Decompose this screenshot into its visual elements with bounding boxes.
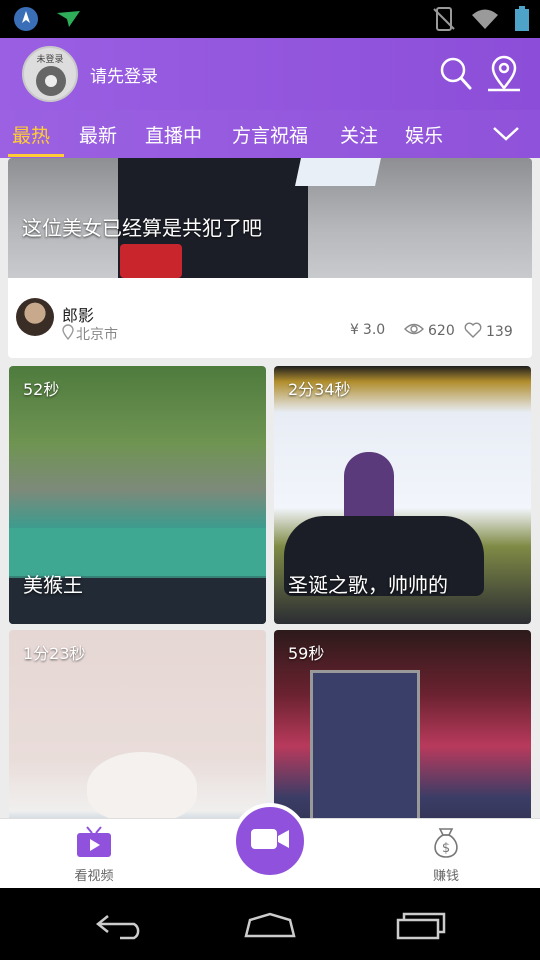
- tab-hot[interactable]: 最热: [12, 121, 50, 148]
- author-name[interactable]: 郎影: [62, 302, 94, 326]
- likes-stat[interactable]: 139: [464, 322, 513, 342]
- author-city: 北京市: [76, 327, 118, 343]
- record-video-button[interactable]: [232, 803, 308, 879]
- tv-icon: [74, 826, 114, 863]
- views-stat: 620: [404, 322, 455, 340]
- nav-watch-label: 看视频: [74, 869, 114, 884]
- thumbnail-shape: [87, 752, 197, 818]
- paper-plane-icon: [54, 5, 82, 37]
- system-navigation-bar: [0, 888, 540, 960]
- thumbnail-shape: [310, 670, 420, 818]
- video-tile[interactable]: 1分23秒: [9, 630, 266, 818]
- tab-live[interactable]: 直播中: [145, 121, 202, 148]
- yuan-icon: ¥: [350, 322, 359, 338]
- avatar[interactable]: 未登录: [22, 46, 78, 102]
- video-duration: 59秒: [288, 644, 325, 663]
- featured-video-caption: 这位美女已经算是共犯了吧: [22, 216, 262, 240]
- video-tile[interactable]: 59秒: [274, 630, 531, 818]
- nav-earn-money[interactable]: $ 赚钱: [406, 825, 486, 884]
- location-pin-icon: [62, 324, 74, 341]
- wifi-icon: [470, 5, 500, 37]
- video-tile[interactable]: 2分34秒 圣诞之歌，帅帅的: [274, 366, 531, 624]
- search-icon[interactable]: [436, 54, 476, 94]
- featured-video-thumbnail[interactable]: 这位美女已经算是共犯了吧: [8, 158, 532, 278]
- video-duration: 2分34秒: [288, 380, 351, 399]
- home-icon[interactable]: [240, 908, 300, 942]
- thumbnail-shape: [344, 452, 394, 522]
- svg-text:$: $: [442, 841, 450, 856]
- tab-entertainment[interactable]: 娱乐: [405, 121, 443, 148]
- nav-watch-videos[interactable]: 看视频: [54, 825, 134, 884]
- location-pin-icon[interactable]: [484, 54, 524, 94]
- video-feed[interactable]: 这位美女已经算是共犯了吧 郎影 北京市 ¥ 3.0 620 139 52秒 美猴…: [0, 158, 540, 818]
- video-duration: 1分23秒: [23, 644, 86, 663]
- video-caption: 美猴王: [23, 573, 83, 597]
- navigation-app-icon: [12, 5, 40, 37]
- battery-icon: [514, 5, 530, 37]
- likes-value: 139: [486, 324, 513, 340]
- eye-icon: [404, 322, 424, 340]
- category-tabs: 最热 最新 直播中 方言祝福 关注 娱乐: [0, 110, 540, 158]
- video-tile[interactable]: 52秒 美猴王: [9, 366, 266, 624]
- back-icon[interactable]: [90, 908, 150, 942]
- thumbnail-shape: [295, 158, 381, 186]
- money-bag-icon: $: [426, 828, 466, 863]
- thumbnail-shape: [120, 244, 182, 278]
- author-row: 郎影 北京市 ¥ 3.0 620 139: [8, 278, 532, 358]
- eye-pupil: [45, 75, 57, 87]
- tab-latest[interactable]: 最新: [79, 121, 117, 148]
- price-value: 3.0: [362, 322, 386, 338]
- video-duration: 52秒: [23, 380, 60, 399]
- views-value: 620: [428, 323, 455, 339]
- recent-apps-icon[interactable]: [390, 908, 450, 942]
- app-header: 未登录 请先登录: [0, 38, 540, 110]
- tab-dialect-wishes[interactable]: 方言祝福: [232, 121, 308, 148]
- status-bar: [0, 0, 540, 38]
- chevron-down-icon[interactable]: [490, 122, 522, 146]
- price-stat: ¥ 3.0: [350, 322, 385, 338]
- no-signal-icon: [432, 5, 456, 37]
- author-avatar[interactable]: [16, 298, 54, 336]
- video-caption: 圣诞之歌，帅帅的: [288, 573, 448, 597]
- tab-following[interactable]: 关注: [340, 121, 378, 148]
- heart-icon: [464, 322, 482, 342]
- nav-earn-label: 赚钱: [432, 869, 459, 884]
- login-prompt[interactable]: 请先登录: [90, 62, 158, 87]
- video-camera-icon: [249, 826, 291, 856]
- avatar-label: 未登录: [36, 55, 64, 65]
- featured-video-card[interactable]: 这位美女已经算是共犯了吧 郎影 北京市 ¥ 3.0 620 139: [8, 158, 532, 358]
- active-tab-indicator: [8, 154, 64, 157]
